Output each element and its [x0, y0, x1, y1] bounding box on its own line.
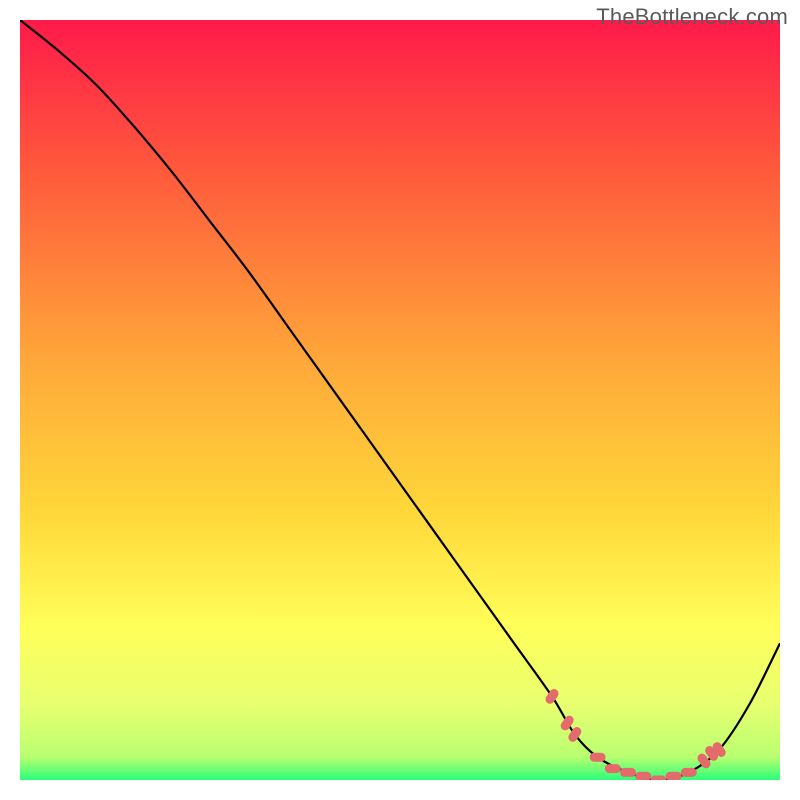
curve-marker: [666, 772, 682, 780]
plot-area: [20, 20, 780, 780]
curve-marker: [590, 753, 606, 762]
chart-wrapper: TheBottleneck.com: [0, 0, 800, 800]
watermark-text: TheBottleneck.com: [596, 4, 788, 30]
curve-marker: [635, 772, 651, 780]
curve-marker: [620, 768, 636, 777]
curve-marker: [681, 768, 697, 777]
curve-marker: [605, 764, 621, 773]
gradient-background: [20, 20, 780, 780]
chart-svg: [20, 20, 780, 780]
curve-marker: [650, 776, 666, 781]
